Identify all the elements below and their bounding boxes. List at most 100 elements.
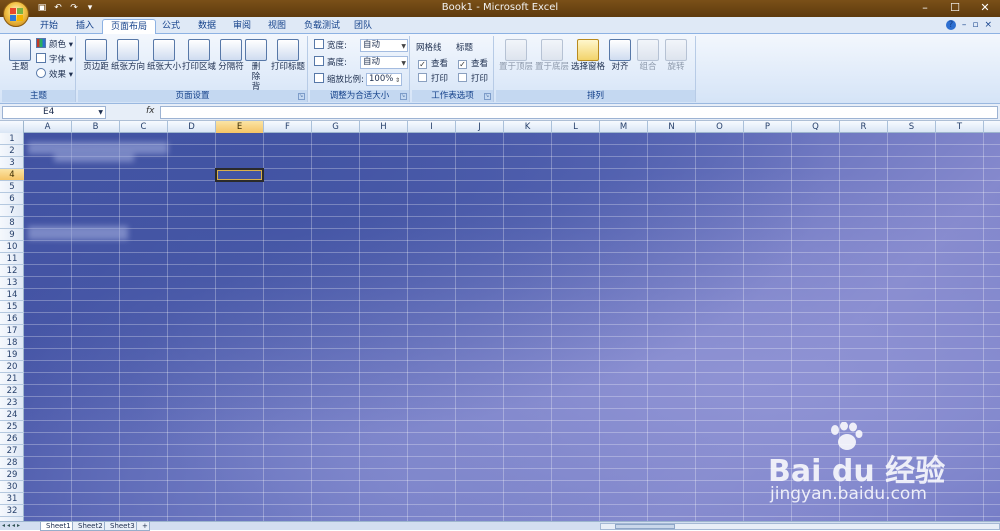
row-header[interactable]: 18 [0, 337, 24, 349]
sheet-options-launcher-icon[interactable]: ↘ [484, 93, 491, 100]
gridlines-print-checkbox[interactable]: 打印 [418, 72, 448, 86]
select-all-button[interactable] [0, 121, 24, 133]
column-header[interactable]: G [312, 121, 360, 133]
maximize-button[interactable]: ☐ [940, 0, 970, 17]
effects-button[interactable]: 效果 ▾ [36, 68, 73, 82]
row-header[interactable]: 15 [0, 301, 24, 313]
breaks-button[interactable]: 分隔符 [216, 38, 246, 88]
name-box-dropdown-icon[interactable]: ▼ [98, 107, 103, 118]
width-select[interactable]: 自动 ▼ [360, 39, 408, 52]
tab-data[interactable]: 数据 [190, 19, 224, 34]
tab-team[interactable]: 团队 [346, 19, 380, 34]
row-header[interactable]: 7 [0, 205, 24, 217]
ribbon-minimize-icon[interactable]: – [962, 20, 967, 30]
column-header[interactable]: S [888, 121, 936, 133]
delete-background-button[interactable]: 删除背景 [244, 38, 268, 102]
rotate-button[interactable]: 旋转 [662, 38, 690, 88]
row-header[interactable]: 27 [0, 445, 24, 457]
formula-input[interactable] [160, 106, 998, 119]
ribbon-restore-icon[interactable]: ▫ [972, 20, 978, 30]
tab-review[interactable]: 审阅 [225, 19, 259, 34]
tab-insert[interactable]: 插入 [68, 19, 102, 34]
row-header[interactable]: 17 [0, 325, 24, 337]
row-header[interactable]: 4 [0, 169, 24, 181]
row-header[interactable]: 11 [0, 253, 24, 265]
row-header[interactable]: 12 [0, 265, 24, 277]
sheet-nav-arrows-icon[interactable]: ◂◂◂▸ [2, 522, 22, 530]
tab-view[interactable]: 视图 [260, 19, 294, 34]
column-header[interactable]: J [456, 121, 504, 133]
office-button[interactable] [3, 1, 29, 27]
row-header[interactable]: 31 [0, 493, 24, 505]
row-header[interactable]: 16 [0, 313, 24, 325]
row-header[interactable]: 10 [0, 241, 24, 253]
column-header[interactable]: P [744, 121, 792, 133]
horizontal-scrollbar[interactable] [600, 523, 1000, 530]
fonts-button[interactable]: 字体 ▾ [36, 53, 73, 67]
column-header[interactable]: M [600, 121, 648, 133]
row-header[interactable]: 8 [0, 217, 24, 229]
row-header[interactable]: 3 [0, 157, 24, 169]
column-header[interactable]: F [264, 121, 312, 133]
row-header[interactable]: 24 [0, 409, 24, 421]
minimize-button[interactable]: – [910, 0, 940, 17]
headings-view-checkbox[interactable]: ✓ 查看 [458, 57, 488, 71]
column-header[interactable]: E [216, 121, 264, 133]
scale-input[interactable]: 100% ⇕ [366, 73, 402, 86]
row-header[interactable]: 2 [0, 145, 24, 157]
row-header[interactable]: 21 [0, 373, 24, 385]
insert-function-icon[interactable]: fx [146, 106, 155, 116]
colors-button[interactable]: 颜色 ▾ [36, 38, 73, 52]
row-header[interactable]: 1 [0, 133, 24, 145]
row-header[interactable]: 9 [0, 229, 24, 241]
selection-pane-button[interactable]: 选择窗格 [570, 38, 606, 88]
name-box[interactable]: E4 ▼ [2, 106, 106, 119]
active-cell[interactable] [215, 168, 264, 182]
tab-load-test[interactable]: 负载测试 [296, 19, 348, 34]
group-objects-button[interactable]: 组合 [634, 38, 662, 88]
orientation-button[interactable]: 纸张方向 [110, 38, 146, 88]
size-button[interactable]: 纸张大小 [146, 38, 182, 88]
column-header[interactable]: L [552, 121, 600, 133]
theme-button[interactable]: 主题 [3, 38, 37, 88]
bring-to-front-button[interactable]: 置于顶层 [498, 38, 534, 88]
row-header[interactable]: 23 [0, 397, 24, 409]
column-header[interactable]: K [504, 121, 552, 133]
gridlines-view-checkbox[interactable]: ✓ 查看 [418, 57, 448, 71]
row-header[interactable]: 13 [0, 277, 24, 289]
ribbon-close-icon[interactable]: × [984, 20, 992, 30]
column-header[interactable]: A [24, 121, 72, 133]
column-header[interactable]: N [648, 121, 696, 133]
send-to-back-button[interactable]: 置于底层 [534, 38, 570, 88]
row-header[interactable]: 20 [0, 361, 24, 373]
row-header[interactable]: 28 [0, 457, 24, 469]
row-header[interactable]: 14 [0, 289, 24, 301]
column-header[interactable]: C [120, 121, 168, 133]
tab-formulas[interactable]: 公式 [154, 19, 188, 34]
row-header[interactable]: 26 [0, 433, 24, 445]
tab-home[interactable]: 开始 [32, 19, 66, 34]
row-header[interactable]: 22 [0, 385, 24, 397]
headings-print-checkbox[interactable]: 打印 [458, 72, 488, 86]
print-area-button[interactable]: 打印区域 [181, 38, 217, 88]
margins-button[interactable]: 页边距 [79, 38, 113, 88]
height-select[interactable]: 自动 ▼ [360, 56, 408, 69]
help-icon[interactable]: ? [945, 20, 956, 30]
column-header[interactable]: I [408, 121, 456, 133]
row-header[interactable]: 25 [0, 421, 24, 433]
column-header[interactable]: Q [792, 121, 840, 133]
scale-launcher-icon[interactable]: ↘ [400, 93, 407, 100]
print-titles-button[interactable]: 打印标题 [270, 38, 306, 88]
page-setup-launcher-icon[interactable]: ↘ [298, 93, 305, 100]
row-header[interactable]: 29 [0, 469, 24, 481]
column-header[interactable]: B [72, 121, 120, 133]
column-header[interactable]: T [936, 121, 984, 133]
column-header[interactable]: R [840, 121, 888, 133]
scrollbar-thumb[interactable] [615, 524, 675, 529]
align-button[interactable]: 对齐 [606, 38, 634, 88]
row-header[interactable]: 5 [0, 181, 24, 193]
close-button[interactable]: ✕ [970, 0, 1000, 17]
row-header[interactable]: 30 [0, 481, 24, 493]
column-header[interactable]: D [168, 121, 216, 133]
tab-page-layout[interactable]: 页面布局 [102, 19, 157, 34]
